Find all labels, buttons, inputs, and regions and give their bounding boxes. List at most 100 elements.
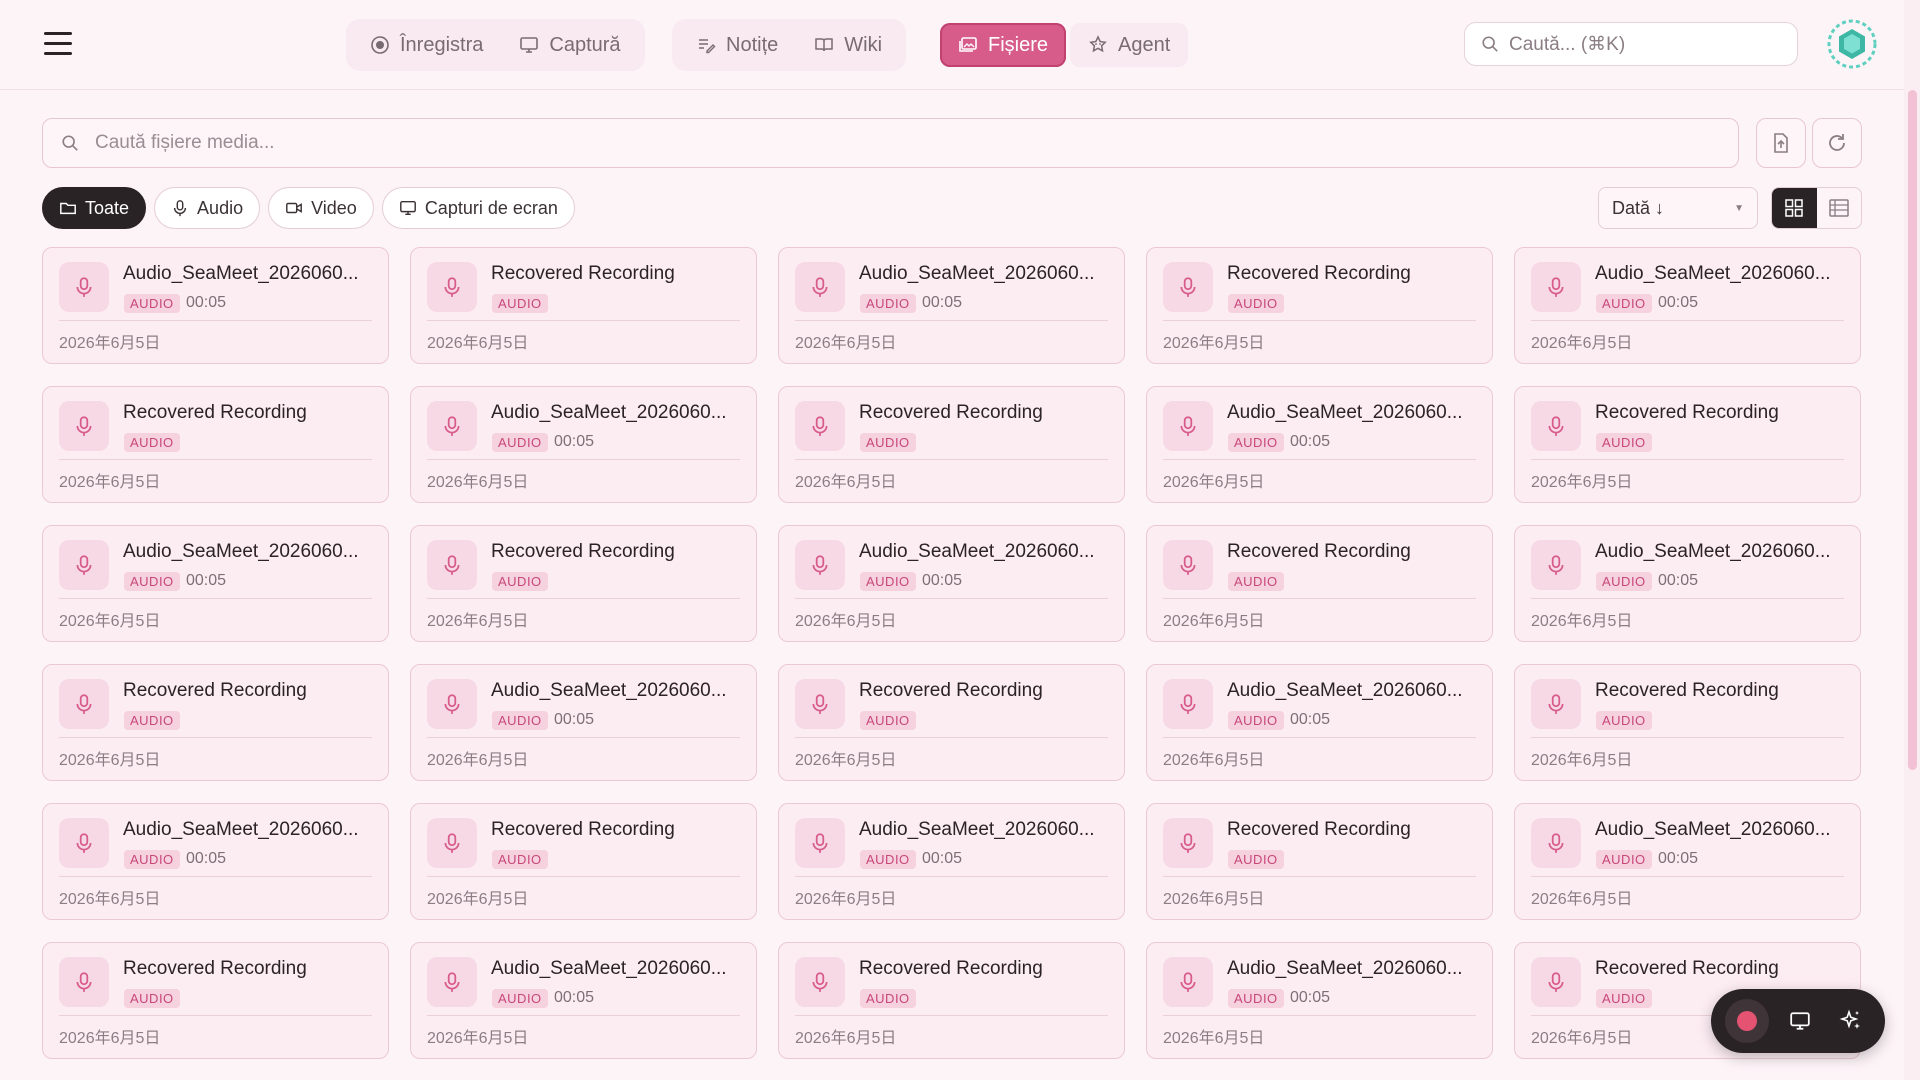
monitor-icon — [399, 199, 417, 217]
media-file-card[interactable]: Recovered Recording AUDIO 2026年6月5日 — [42, 386, 389, 503]
media-file-card[interactable]: Audio_SeaMeet_2026060... AUDIO 00:05 202… — [42, 247, 389, 364]
nav-agent[interactable]: Agent — [1070, 23, 1189, 67]
mic-icon — [1531, 262, 1581, 312]
app-logo[interactable] — [1826, 18, 1878, 70]
floating-toolbar — [1711, 989, 1885, 1053]
media-file-card[interactable]: Audio_SeaMeet_2026060... AUDIO 00:05 202… — [410, 664, 757, 781]
media-search-input[interactable]: Caută fișiere media... — [42, 118, 1739, 168]
media-file-card[interactable]: Audio_SeaMeet_2026060... AUDIO 00:05 202… — [42, 803, 389, 920]
nav-fisiere[interactable]: Fișiere — [940, 23, 1067, 67]
menu-icon[interactable] — [44, 32, 74, 56]
record-icon — [370, 35, 390, 55]
media-file-card[interactable]: Audio_SeaMeet_2026060... AUDIO 00:05 202… — [410, 386, 757, 503]
card-divider — [1163, 1015, 1476, 1016]
file-upload-icon — [1770, 132, 1792, 154]
file-type-badge: AUDIO — [492, 850, 548, 869]
file-date: 2026年6月5日 — [1163, 335, 1265, 352]
nav-notite[interactable]: Notițe — [678, 23, 796, 67]
file-type-badge: AUDIO — [860, 711, 916, 730]
file-title: Recovered Recording — [491, 819, 675, 840]
media-file-card[interactable]: Audio_SeaMeet_2026060... AUDIO 00:05 202… — [778, 525, 1125, 642]
card-divider — [427, 459, 740, 460]
ai-assistant-button[interactable] — [1831, 1001, 1871, 1041]
file-date: 2026年6月5日 — [1163, 752, 1265, 769]
media-file-card[interactable]: Audio_SeaMeet_2026060... AUDIO 00:05 202… — [1146, 942, 1493, 1059]
card-divider — [795, 1015, 1108, 1016]
media-file-card[interactable]: Recovered Recording AUDIO 2026年6月5日 — [1514, 664, 1861, 781]
media-file-card[interactable]: Audio_SeaMeet_2026060... AUDIO 00:05 202… — [1514, 247, 1861, 364]
file-type-badge: AUDIO — [1596, 294, 1652, 313]
file-duration: 00:05 — [554, 711, 595, 728]
media-file-card[interactable]: Recovered Recording AUDIO 2026年6月5日 — [1146, 803, 1493, 920]
filter-screenshots-chip[interactable]: Capturi de ecran — [381, 187, 575, 229]
media-file-card[interactable]: Recovered Recording AUDIO 2026年6月5日 — [410, 247, 757, 364]
refresh-button[interactable] — [1812, 118, 1862, 168]
file-title: Recovered Recording — [859, 402, 1043, 423]
media-file-card[interactable]: Recovered Recording AUDIO 2026年6月5日 — [778, 664, 1125, 781]
media-file-card[interactable]: Audio_SeaMeet_2026060... AUDIO 00:05 202… — [778, 247, 1125, 364]
file-type-badge: AUDIO — [124, 989, 180, 1008]
file-date: 2026年6月5日 — [1163, 1030, 1265, 1047]
mic-icon — [795, 401, 845, 451]
file-title: Audio_SeaMeet_2026060... — [859, 263, 1095, 284]
file-title: Audio_SeaMeet_2026060... — [1595, 263, 1831, 284]
card-divider — [427, 598, 740, 599]
media-file-card[interactable]: Recovered Recording AUDIO 2026年6月5日 — [778, 386, 1125, 503]
mic-icon — [1531, 818, 1581, 868]
screen-capture-button[interactable] — [1780, 1001, 1820, 1041]
file-title: Audio_SeaMeet_2026060... — [859, 819, 1095, 840]
scrollbar-thumb[interactable] — [1908, 90, 1917, 770]
record-icon — [1736, 1011, 1757, 1031]
file-date: 2026年6月5日 — [59, 613, 161, 630]
chip-label: Toate — [85, 197, 130, 218]
sort-select[interactable]: Dată ↓ ▼ — [1598, 187, 1758, 229]
media-file-card[interactable]: Recovered Recording AUDIO 2026年6月5日 — [1146, 525, 1493, 642]
filter-all-chip[interactable]: Toate — [42, 187, 147, 229]
nav-wiki[interactable]: Wiki — [796, 23, 900, 67]
media-file-card[interactable]: Audio_SeaMeet_2026060... AUDIO 00:05 202… — [1514, 803, 1861, 920]
video-icon — [285, 199, 303, 217]
file-title: Audio_SeaMeet_2026060... — [123, 541, 359, 562]
media-file-card[interactable]: Audio_SeaMeet_2026060... AUDIO 00:05 202… — [42, 525, 389, 642]
mic-icon — [1163, 401, 1213, 451]
file-title: Recovered Recording — [123, 680, 307, 701]
filter-video-chip[interactable]: Video — [268, 187, 374, 229]
global-search-input[interactable]: Caută... (⌘K) — [1464, 22, 1798, 66]
file-type-badge: AUDIO — [860, 989, 916, 1008]
filter-audio-chip[interactable]: Audio — [154, 187, 261, 229]
record-button[interactable] — [1724, 999, 1769, 1043]
file-duration: 00:05 — [1658, 294, 1699, 311]
nav-group-files: Fișiere Agent — [934, 19, 1194, 71]
file-title: Audio_SeaMeet_2026060... — [491, 402, 727, 423]
file-type-badge: AUDIO — [1228, 850, 1284, 869]
media-file-card[interactable]: Recovered Recording AUDIO 2026年6月5日 — [42, 942, 389, 1059]
file-date: 2026年6月5日 — [795, 335, 897, 352]
scrollbar[interactable] — [1904, 0, 1920, 1080]
card-divider — [59, 737, 372, 738]
media-file-card[interactable]: Recovered Recording AUDIO 2026年6月5日 — [42, 664, 389, 781]
upload-file-button[interactable] — [1756, 118, 1806, 168]
media-file-card[interactable]: Recovered Recording AUDIO 2026年6月5日 — [778, 942, 1125, 1059]
media-file-card[interactable]: Audio_SeaMeet_2026060... AUDIO 00:05 202… — [778, 803, 1125, 920]
card-divider — [427, 320, 740, 321]
media-file-card[interactable]: Recovered Recording AUDIO 2026年6月5日 — [410, 525, 757, 642]
search-icon — [1481, 35, 1499, 53]
sort-label: Dată ↓ — [1612, 197, 1665, 218]
media-file-card[interactable]: Recovered Recording AUDIO 2026年6月5日 — [410, 803, 757, 920]
media-file-card[interactable]: Audio_SeaMeet_2026060... AUDIO 00:05 202… — [1146, 386, 1493, 503]
grid-view-button[interactable] — [1772, 188, 1817, 228]
mic-icon — [1163, 262, 1213, 312]
media-file-card[interactable]: Audio_SeaMeet_2026060... AUDIO 00:05 202… — [1514, 525, 1861, 642]
media-file-card[interactable]: Audio_SeaMeet_2026060... AUDIO 00:05 202… — [1146, 664, 1493, 781]
media-file-card[interactable]: Recovered Recording AUDIO 2026年6月5日 — [1514, 386, 1861, 503]
file-date: 2026年6月5日 — [1531, 891, 1633, 908]
nav-captura[interactable]: Captură — [501, 23, 638, 67]
media-file-card[interactable]: Audio_SeaMeet_2026060... AUDIO 00:05 202… — [410, 942, 757, 1059]
media-file-card[interactable]: Recovered Recording AUDIO 2026年6月5日 — [1146, 247, 1493, 364]
file-date: 2026年6月5日 — [795, 891, 897, 908]
file-type-badge: AUDIO — [124, 711, 180, 730]
file-date: 2026年6月5日 — [427, 1030, 529, 1047]
file-title: Recovered Recording — [491, 263, 675, 284]
list-view-button[interactable] — [1817, 188, 1862, 228]
nav-inregistra[interactable]: Înregistra — [352, 23, 501, 67]
